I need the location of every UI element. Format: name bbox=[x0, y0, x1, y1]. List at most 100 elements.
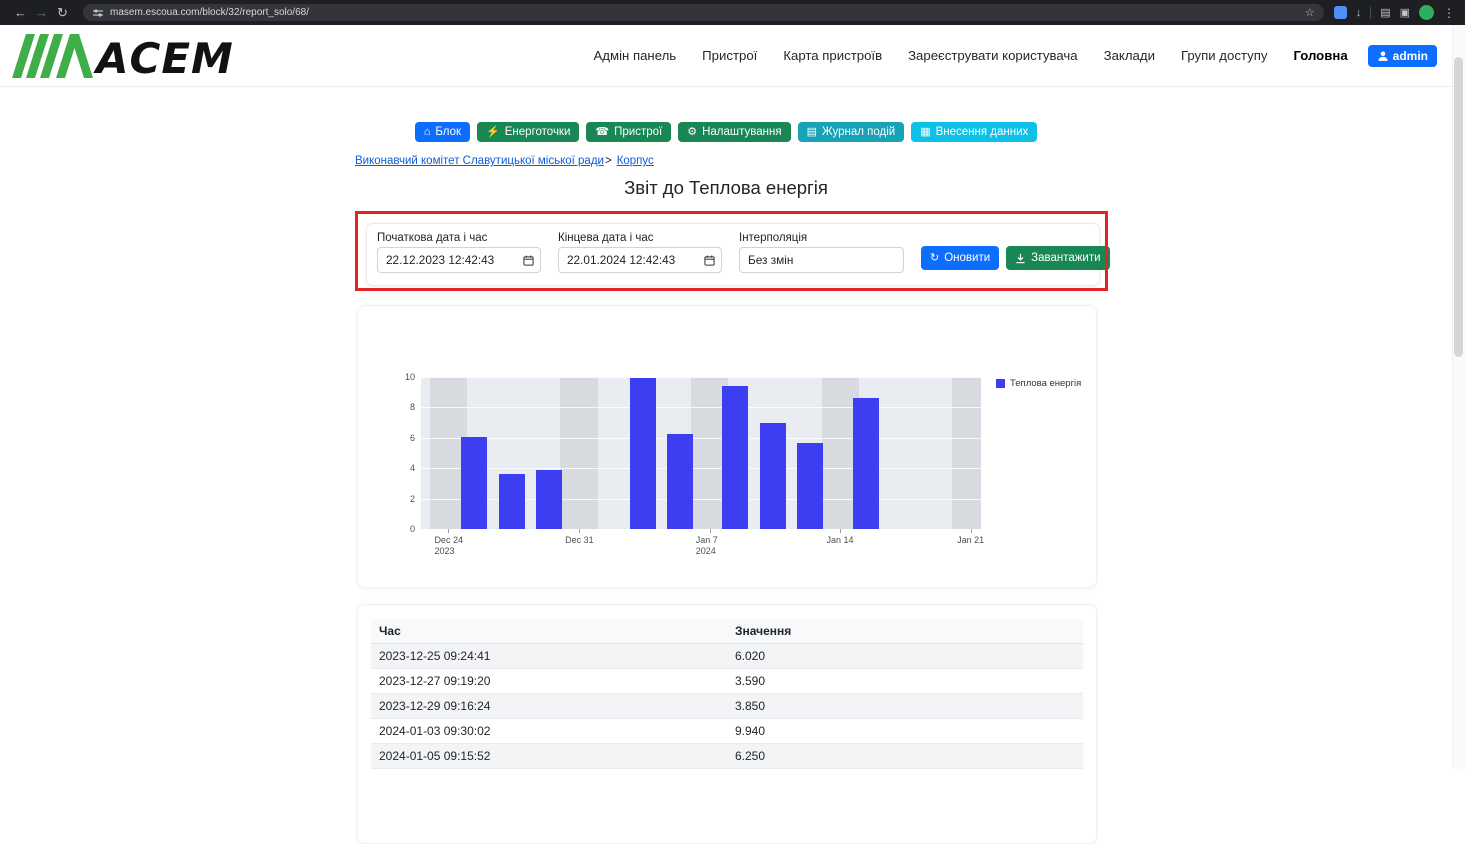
interpolation-label: Інтерполяція bbox=[739, 232, 904, 244]
breadcrumb-separator: > bbox=[605, 155, 612, 167]
table-body: 2023-12-25 09:24:416.0202023-12-27 09:19… bbox=[371, 644, 1083, 769]
nav-item-facilities[interactable]: Заклади bbox=[1104, 48, 1155, 63]
toolbar-button-block[interactable]: ⌂Блок bbox=[415, 122, 470, 142]
legend-label: Теплова енергія bbox=[1010, 378, 1081, 389]
interpolation-value: Без змін bbox=[748, 253, 793, 267]
forward-icon[interactable]: → bbox=[31, 0, 52, 25]
site-header: АСЕМ Адмін панель Пристрої Карта пристроїв… bbox=[0, 25, 1465, 87]
toolbar-button-event-log[interactable]: ▤ Журнал подій bbox=[798, 122, 905, 142]
x-label-line1: Dec 31 bbox=[565, 535, 625, 546]
x-label-line1: Dec 24 bbox=[434, 535, 494, 546]
nav-item-home[interactable]: Головна bbox=[1293, 48, 1347, 63]
end-datetime-input[interactable] bbox=[558, 247, 722, 273]
download-report-button[interactable]: Завантажити bbox=[1006, 246, 1109, 270]
browser-menu-icon[interactable]: ⋮ bbox=[1443, 6, 1455, 20]
breadcrumb: Виконавчий комітет Славутицької міської … bbox=[355, 155, 654, 167]
logo-strokes bbox=[12, 34, 93, 78]
bookmark-star-icon[interactable]: ☆ bbox=[1305, 6, 1315, 19]
chart-bar bbox=[760, 423, 786, 529]
refresh-report-button[interactable]: ↻ Оновити bbox=[921, 246, 999, 270]
nav-item-register-user[interactable]: Зареєструвати користувача bbox=[908, 48, 1078, 63]
nav-item-access-groups[interactable]: Групи доступу bbox=[1181, 48, 1268, 63]
toolbar-button-energy-points[interactable]: ⚡ Енерготочки bbox=[477, 122, 579, 142]
breadcrumb-link-1[interactable]: Корпус bbox=[617, 155, 654, 167]
table-row: 2024-01-03 09:30:029.940 bbox=[371, 719, 1083, 744]
extension-icon[interactable] bbox=[1334, 6, 1347, 19]
scrollbar-thumb[interactable] bbox=[1454, 57, 1463, 357]
chart-legend-item[interactable]: Теплова енергія bbox=[996, 378, 1081, 389]
nav-item-devices[interactable]: Пристрої bbox=[702, 48, 757, 63]
filter-actions: ↻ Оновити Завантажити bbox=[921, 246, 1110, 270]
page-scrollbar[interactable] bbox=[1452, 25, 1465, 769]
nav-item-device-map[interactable]: Карта пристроїв bbox=[783, 48, 882, 63]
y-gridline bbox=[421, 377, 981, 378]
person-icon bbox=[1377, 50, 1389, 62]
table-row: 2023-12-25 09:24:416.020 bbox=[371, 644, 1083, 669]
table-header-row: ЧасЗначення bbox=[371, 619, 1083, 644]
back-icon[interactable]: ← bbox=[10, 0, 31, 25]
cell-value: 6.020 bbox=[727, 644, 1083, 669]
x-axis-label: Dec 242023 bbox=[434, 535, 494, 556]
y-axis-label: 4 bbox=[393, 463, 415, 473]
calendar-icon[interactable] bbox=[523, 255, 534, 266]
admin-profile-button[interactable]: admin bbox=[1368, 45, 1437, 67]
chart-card: Теплова енергія 0246810Dec 242023Dec 31J… bbox=[357, 305, 1097, 588]
toolbar-button-label: Внесення данних bbox=[936, 126, 1029, 138]
site-info-icon[interactable] bbox=[92, 7, 104, 19]
refresh-button-label: Оновити bbox=[944, 252, 990, 264]
x-axis-label: Jan 21 bbox=[957, 535, 1017, 546]
address-bar[interactable]: masem.escoua.com/block/32/report_solo/68… bbox=[83, 4, 1324, 21]
toolbar-button-data-entry[interactable]: ▦ Внесення данних bbox=[911, 122, 1037, 142]
toolbar-divider bbox=[1370, 7, 1371, 19]
gear-icon: ⚙ bbox=[687, 127, 697, 138]
toolbar-button-settings[interactable]: ⚙Налаштування bbox=[678, 122, 790, 142]
cell-time: 2023-12-25 09:24:41 bbox=[371, 644, 727, 669]
journal-icon: ▤ bbox=[807, 127, 817, 138]
interpolation-select[interactable]: Без змін bbox=[739, 247, 904, 273]
nav-item-admin-panel[interactable]: Адмін панель bbox=[594, 48, 677, 63]
y-gridline bbox=[421, 529, 981, 530]
y-axis-label: 2 bbox=[393, 494, 415, 504]
table-row: 2023-12-27 09:19:203.590 bbox=[371, 669, 1083, 694]
cell-value: 9.940 bbox=[727, 719, 1083, 744]
end-datetime-value[interactable] bbox=[567, 253, 697, 267]
house-icon: ⌂ bbox=[424, 127, 431, 138]
x-axis-label: Jan 72024 bbox=[696, 535, 756, 556]
chart-bar bbox=[667, 434, 693, 529]
chart-bar bbox=[499, 474, 525, 529]
download-button-label: Завантажити bbox=[1031, 252, 1100, 264]
x-label-line2: 2023 bbox=[434, 546, 494, 557]
legend-swatch bbox=[996, 379, 1005, 388]
start-datetime-input[interactable] bbox=[377, 247, 541, 273]
y-axis-label: 0 bbox=[393, 524, 415, 534]
y-gridline bbox=[421, 407, 981, 408]
table-column-header-0: Час bbox=[371, 619, 727, 644]
plug-icon: ⚡ bbox=[486, 127, 500, 138]
asem-logo[interactable]: АСЕМ bbox=[10, 32, 242, 80]
profile-avatar[interactable] bbox=[1419, 5, 1434, 20]
calendar-icon[interactable] bbox=[704, 255, 715, 266]
cell-time: 2024-01-05 09:15:52 bbox=[371, 744, 727, 769]
toolbar-button-devices[interactable]: ☎Пристрої bbox=[586, 122, 671, 142]
weekend-band bbox=[560, 377, 597, 529]
toolbar-button-label: Журнал подій bbox=[822, 126, 895, 138]
x-label-line1: Jan 21 bbox=[957, 535, 1017, 546]
block-toolbar: ⌂Блок ⚡ Енерготочки ☎Пристрої ⚙Налаштування ▤… bbox=[355, 122, 1097, 142]
reload-icon[interactable]: ↻ bbox=[52, 0, 73, 25]
downloads-icon[interactable]: ↓ bbox=[1356, 7, 1362, 19]
weekend-band bbox=[952, 377, 981, 529]
x-label-line2: 2024 bbox=[696, 546, 756, 557]
x-label-line1: Jan 7 bbox=[696, 535, 756, 546]
end-datetime-label: Кінцева дата і час bbox=[558, 232, 722, 244]
start-datetime-label: Початкова дата і час bbox=[377, 232, 541, 244]
cell-time: 2023-12-27 09:19:20 bbox=[371, 669, 727, 694]
table-row: 2024-01-05 09:15:526.250 bbox=[371, 744, 1083, 769]
side-panel-icon[interactable]: ▣ bbox=[1400, 6, 1410, 19]
calendar-icon: ▦ bbox=[920, 127, 930, 138]
toolbar-button-label: Енерготочки bbox=[505, 126, 571, 138]
reading-list-icon[interactable]: ▤ bbox=[1380, 6, 1390, 19]
refresh-icon: ↻ bbox=[930, 253, 939, 264]
start-datetime-value[interactable] bbox=[386, 253, 516, 267]
breadcrumb-link-0[interactable]: Виконавчий комітет Славутицької міської … bbox=[355, 155, 604, 167]
chart-bar bbox=[853, 398, 879, 529]
